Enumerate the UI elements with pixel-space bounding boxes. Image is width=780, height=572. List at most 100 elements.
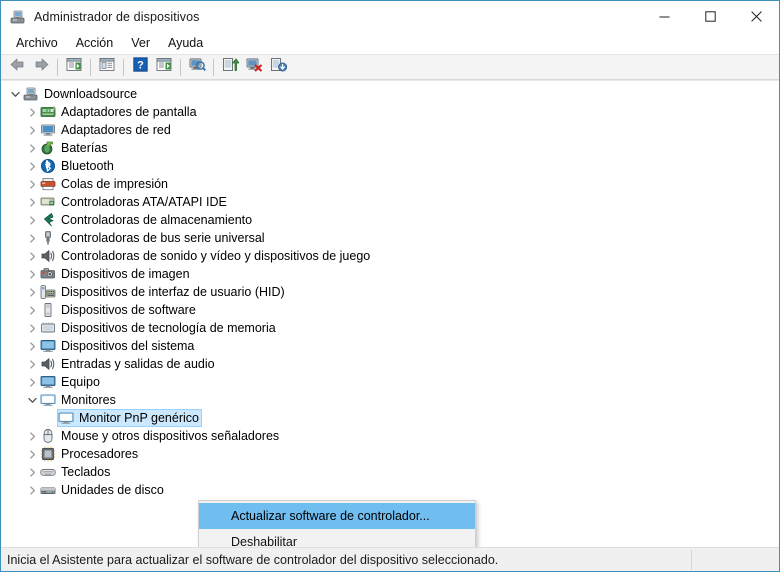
forward-button[interactable] <box>29 56 53 78</box>
uninstall-device-button[interactable] <box>242 56 266 78</box>
tree-item-content: Monitor PnP genérico <box>57 409 202 427</box>
title-bar: Administrador de dispositivos <box>1 1 779 32</box>
tree-row-11[interactable]: Dispositivos de software <box>1 301 779 319</box>
tree-row-20[interactable]: Teclados <box>1 463 779 481</box>
tree-row-8[interactable]: Controladoras de sonido y vídeo y dispos… <box>1 247 779 265</box>
tree-row-18[interactable]: Mouse y otros dispositivos señaladores <box>1 427 779 445</box>
chevron-right-icon[interactable] <box>24 139 40 157</box>
tree-row-6[interactable]: Controladoras de almacenamiento <box>1 211 779 229</box>
menu-ayuda[interactable]: Ayuda <box>159 34 212 53</box>
bluetooth-icon <box>40 158 56 174</box>
tree-label-root: Downloadsource <box>44 87 138 101</box>
back-button[interactable] <box>5 56 29 78</box>
chevron-right-icon[interactable] <box>24 229 40 247</box>
toolbar-separator <box>213 58 214 76</box>
tree-row-13[interactable]: Dispositivos del sistema <box>1 337 779 355</box>
tree-row-14[interactable]: Entradas y salidas de audio <box>1 355 779 373</box>
tree-label-3: Bluetooth <box>61 159 114 173</box>
tree-row-21[interactable]: Unidades de disco <box>1 481 779 499</box>
update-driver-software-icon <box>222 57 239 77</box>
print-queue-icon <box>40 176 56 192</box>
tree-label-20: Teclados <box>61 465 111 479</box>
ctx-update-driver-software[interactable]: Actualizar software de controlador... <box>199 503 475 529</box>
tree-item-content: Controladoras de sonido y vídeo y dispos… <box>40 247 373 265</box>
tree-row-15[interactable]: Equipo <box>1 373 779 391</box>
storage-controller-icon <box>40 212 56 228</box>
maximize-button[interactable] <box>687 1 733 32</box>
tree-row-16[interactable]: Monitores <box>1 391 779 409</box>
monitor-icon <box>40 392 56 408</box>
software-device-icon <box>40 302 56 318</box>
chevron-right-icon[interactable] <box>24 103 40 121</box>
tree-row-7[interactable]: Controladoras de bus serie universal <box>1 229 779 247</box>
scan-for-hardware-changes-icon <box>189 57 206 77</box>
tree-row-2[interactable]: Baterías <box>1 139 779 157</box>
chevron-right-icon[interactable] <box>24 283 40 301</box>
tree-label-14: Entradas y salidas de audio <box>61 357 215 371</box>
processor-icon <box>40 446 56 462</box>
device-manager-icon <box>10 9 26 25</box>
chevron-right-icon[interactable] <box>24 121 40 139</box>
tree-item-content: Dispositivos de interfaz de usuario (HID… <box>40 283 288 301</box>
tree-row-5[interactable]: Controladoras ATA/ATAPI IDE <box>1 193 779 211</box>
properties-button[interactable] <box>95 56 119 78</box>
chevron-down-icon[interactable] <box>24 391 40 409</box>
tree-item-content: Monitores <box>40 391 119 409</box>
chevron-right-icon[interactable] <box>24 481 40 499</box>
close-button[interactable] <box>733 1 779 32</box>
status-text: Inicia el Asistente para actualizar el s… <box>7 552 499 567</box>
chevron-right-icon[interactable] <box>24 211 40 229</box>
chevron-right-icon[interactable] <box>24 193 40 211</box>
tree-row-root[interactable]: Downloadsource <box>1 85 779 103</box>
chevron-right-icon[interactable] <box>24 265 40 283</box>
tree-label-21: Unidades de disco <box>61 483 164 497</box>
tree-row-1[interactable]: Adaptadores de red <box>1 121 779 139</box>
ctx-disable[interactable]: Deshabilitar <box>199 529 475 547</box>
chevron-right-icon[interactable] <box>24 373 40 391</box>
menu-ver[interactable]: Ver <box>122 34 159 53</box>
show-hide-console-tree-button[interactable] <box>62 56 86 78</box>
system-device-icon <box>40 338 56 354</box>
menu-bar: Archivo Acción Ver Ayuda <box>1 32 779 54</box>
chevron-right-icon[interactable] <box>24 427 40 445</box>
add-legacy-hardware-button[interactable] <box>266 56 290 78</box>
update-driver-software-button[interactable] <box>218 56 242 78</box>
tree-row-0[interactable]: Adaptadores de pantalla <box>1 103 779 121</box>
chevron-right-icon[interactable] <box>24 175 40 193</box>
menu-accion[interactable]: Acción <box>67 34 123 53</box>
tree-row-9[interactable]: Dispositivos de imagen <box>1 265 779 283</box>
chevron-right-icon[interactable] <box>24 247 40 265</box>
tree-row-10[interactable]: Dispositivos de interfaz de usuario (HID… <box>1 283 779 301</box>
tree-label-6: Controladoras de almacenamiento <box>61 213 253 227</box>
tree-row-4[interactable]: Colas de impresión <box>1 175 779 193</box>
tree-item-content: Mouse y otros dispositivos señaladores <box>40 427 282 445</box>
chevron-right-icon[interactable] <box>24 463 40 481</box>
chevron-right-icon[interactable] <box>24 301 40 319</box>
tree-label-11: Dispositivos de software <box>61 303 196 317</box>
help-button[interactable]: ? <box>128 56 152 78</box>
chevron-right-icon[interactable] <box>24 445 40 463</box>
show-hide-console-tree-icon <box>66 57 82 77</box>
status-bar-separator <box>691 550 692 570</box>
scan-for-hardware-changes-button[interactable] <box>185 56 209 78</box>
tree-label-9: Dispositivos de imagen <box>61 267 190 281</box>
chevron-right-icon[interactable] <box>24 157 40 175</box>
minimize-button[interactable] <box>641 1 687 32</box>
menu-archivo[interactable]: Archivo <box>7 34 67 53</box>
chevron-right-icon[interactable] <box>24 355 40 373</box>
tree-row-19[interactable]: Procesadores <box>1 445 779 463</box>
tree-label-19: Procesadores <box>61 447 139 461</box>
tree-label-15: Equipo <box>61 375 100 389</box>
audio-io-icon <box>40 356 56 372</box>
tree-row-17[interactable]: Monitor PnP genérico <box>1 409 779 427</box>
add-legacy-hardware-icon <box>270 57 287 77</box>
chevron-right-icon[interactable] <box>24 319 40 337</box>
tree-row-3[interactable]: Bluetooth <box>1 157 779 175</box>
hid-device-icon <box>40 284 56 300</box>
show-hide-action-pane-button[interactable] <box>152 56 176 78</box>
tree-row-12[interactable]: Dispositivos de tecnología de memoria <box>1 319 779 337</box>
chevron-down-icon[interactable] <box>7 85 23 103</box>
tree-label-4: Colas de impresión <box>61 177 168 191</box>
chevron-right-icon[interactable] <box>24 337 40 355</box>
computer-icon <box>23 86 39 102</box>
